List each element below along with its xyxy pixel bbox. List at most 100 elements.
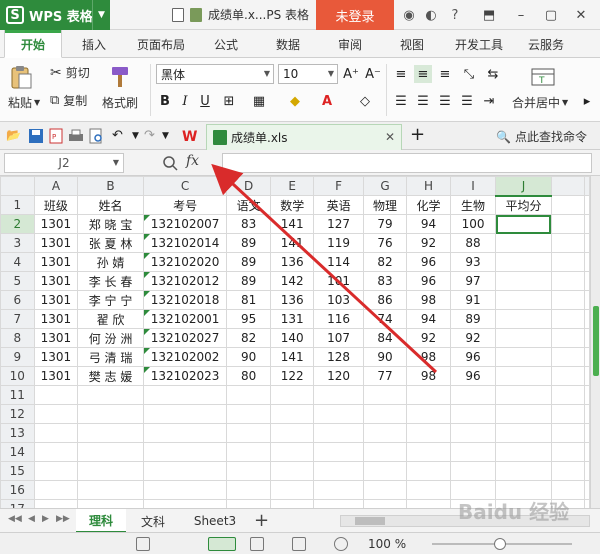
cell[interactable]: [495, 404, 552, 424]
tab-view[interactable]: 视图: [386, 30, 438, 58]
cell[interactable]: [406, 480, 451, 500]
cell[interactable]: [584, 328, 590, 348]
select-all-corner[interactable]: [0, 176, 35, 196]
first-sheet-icon[interactable]: ◀◀: [8, 514, 22, 524]
cell[interactable]: [495, 385, 552, 405]
help-icon[interactable]: ?: [446, 6, 464, 24]
wrap-icon[interactable]: ⇆: [484, 65, 502, 83]
fill-color-icon[interactable]: ◆: [286, 92, 304, 110]
cell[interactable]: [449, 404, 497, 424]
cell[interactable]: [362, 442, 408, 462]
cell[interactable]: 1301: [33, 309, 79, 329]
cell[interactable]: [406, 461, 451, 481]
cell[interactable]: [77, 385, 144, 405]
cell[interactable]: 140: [269, 328, 315, 348]
cell[interactable]: [495, 214, 552, 234]
spreadsheet-grid[interactable]: ABCDEFGHIJ 1 班级 姓名 考号 语文 数学 英语 物理 化学 生物 平均分 2 1301 郑 …: [0, 176, 590, 508]
cell[interactable]: 142: [269, 271, 315, 291]
cell[interactable]: [406, 499, 451, 508]
cell[interactable]: 平均分: [495, 195, 552, 215]
tab-home[interactable]: 开始: [4, 30, 62, 58]
cell[interactable]: [495, 271, 552, 291]
paste-label-button[interactable]: 粘贴 ▼: [8, 94, 40, 111]
cell[interactable]: [77, 404, 144, 424]
reading-mode-icon[interactable]: [334, 537, 348, 551]
cell[interactable]: [550, 385, 586, 405]
cell[interactable]: [550, 461, 586, 481]
cell[interactable]: [584, 195, 590, 215]
cell[interactable]: [226, 480, 271, 500]
cell[interactable]: 91: [449, 290, 497, 310]
name-box[interactable]: J2 ▼: [4, 153, 124, 173]
cell[interactable]: [33, 461, 79, 481]
cell[interactable]: 英语: [313, 195, 364, 215]
cell[interactable]: [406, 442, 451, 462]
cell[interactable]: 83: [226, 214, 271, 234]
font-color-icon[interactable]: A: [318, 92, 336, 110]
clear-format-icon[interactable]: ◇: [356, 92, 374, 110]
cell[interactable]: 96: [449, 347, 497, 367]
cell[interactable]: [550, 233, 586, 253]
cell[interactable]: [77, 442, 144, 462]
cell[interactable]: 132102001: [142, 309, 228, 329]
cell[interactable]: [142, 404, 228, 424]
cell[interactable]: [33, 385, 79, 405]
cell[interactable]: [226, 499, 271, 508]
close-button[interactable]: ✕: [568, 0, 594, 30]
cell[interactable]: [550, 328, 586, 348]
cell[interactable]: 141: [269, 347, 315, 367]
print-icon[interactable]: [68, 128, 84, 144]
cell[interactable]: [313, 499, 364, 508]
next-sheet-icon[interactable]: ▶: [42, 514, 49, 524]
cell[interactable]: [550, 423, 586, 443]
cell[interactable]: 李 长 春: [77, 271, 144, 291]
cell[interactable]: [77, 480, 144, 500]
cell[interactable]: 1301: [33, 233, 79, 253]
paste-button[interactable]: [8, 64, 34, 90]
cell[interactable]: 班级: [33, 195, 79, 215]
tab-data[interactable]: 数据: [262, 30, 314, 58]
tab-review[interactable]: 审阅: [324, 30, 376, 58]
cell[interactable]: [142, 480, 228, 500]
font-size-select[interactable]: 10 ▼: [278, 64, 338, 84]
cell[interactable]: 132102023: [142, 366, 228, 386]
cell[interactable]: [584, 423, 590, 443]
cell[interactable]: 1301: [33, 347, 79, 367]
cell[interactable]: 张 夏 林: [77, 233, 144, 253]
tab-cloud-service[interactable]: 云服务: [516, 30, 576, 58]
cell[interactable]: 77: [362, 366, 408, 386]
cut-button[interactable]: ✂ 剪切: [50, 64, 90, 81]
column-header-j[interactable]: J: [495, 176, 552, 197]
cell[interactable]: 81: [226, 290, 271, 310]
cell[interactable]: [550, 347, 586, 367]
align-bottom-icon[interactable]: ≡: [436, 65, 454, 83]
column-header-extra[interactable]: [584, 176, 590, 196]
column-header-e[interactable]: E: [269, 176, 315, 196]
cell[interactable]: 101: [313, 271, 364, 291]
cell[interactable]: 96: [406, 271, 451, 291]
row-header[interactable]: 3: [0, 233, 35, 253]
cell[interactable]: 80: [226, 366, 271, 386]
sheet-tab-science[interactable]: 理科: [76, 509, 126, 533]
cell[interactable]: [550, 271, 586, 291]
align-middle-icon[interactable]: ≡: [414, 65, 432, 83]
sheet-tab-sheet3[interactable]: Sheet3: [186, 509, 244, 533]
cell[interactable]: [550, 366, 586, 386]
cell[interactable]: [269, 404, 315, 424]
row-header[interactable]: 13: [0, 423, 35, 443]
cell[interactable]: [584, 347, 590, 367]
format-painter-button[interactable]: 格式刷: [102, 94, 138, 111]
cell[interactable]: 1301: [33, 271, 79, 291]
cell[interactable]: [142, 499, 228, 508]
column-header-b[interactable]: B: [77, 176, 144, 196]
cell[interactable]: [406, 423, 451, 443]
cell[interactable]: [449, 423, 497, 443]
align-left-icon[interactable]: ☰: [392, 92, 410, 110]
cell[interactable]: [584, 214, 590, 234]
cell[interactable]: 116: [313, 309, 364, 329]
cell[interactable]: [362, 461, 408, 481]
cell[interactable]: 考号: [142, 195, 228, 215]
app-menu-button[interactable]: S WPS 表格 ▼: [0, 0, 110, 30]
row-header[interactable]: 9: [0, 347, 35, 367]
cell[interactable]: 化学: [406, 195, 451, 215]
